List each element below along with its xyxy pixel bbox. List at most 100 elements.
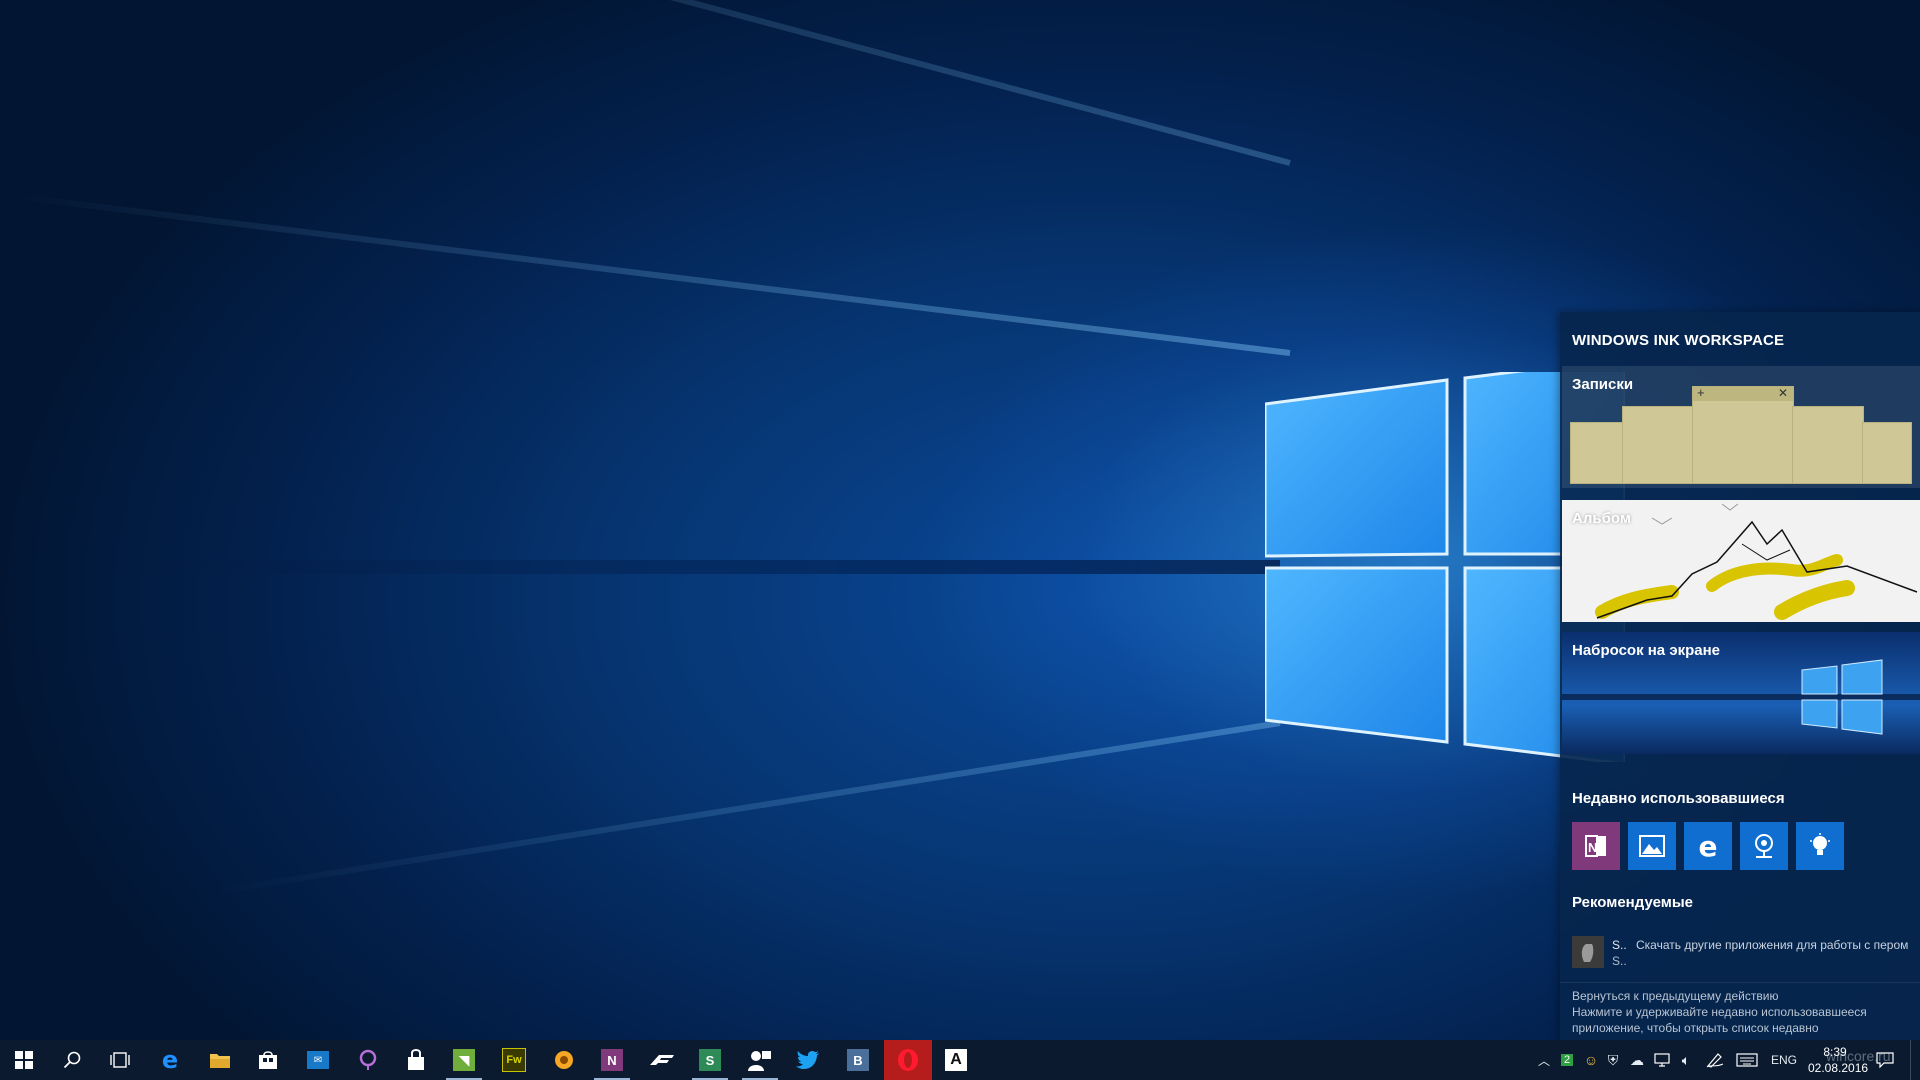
watermark: wincore.ru xyxy=(1826,1048,1891,1064)
taskbar-font-app[interactable]: A xyxy=(932,1040,980,1080)
taskbar-forza[interactable] xyxy=(638,1040,686,1080)
shopping-bag-icon xyxy=(408,1049,424,1070)
close-icon: ✕ xyxy=(1777,386,1788,400)
sway-icon: S xyxy=(699,1049,721,1071)
screen-sketch-tile[interactable]: Набросок на экране xyxy=(1562,632,1920,754)
photos-icon xyxy=(1639,835,1665,857)
edge-icon: e xyxy=(161,1046,179,1074)
taskbar-sway[interactable]: S xyxy=(686,1040,734,1080)
task-view-button[interactable] xyxy=(96,1040,144,1080)
light-beam xyxy=(43,0,1291,166)
language-label: ENG xyxy=(1770,1053,1797,1067)
ink-workspace-title: WINDOWS INK WORKSPACE xyxy=(1572,332,1785,349)
cortana-app-icon xyxy=(359,1049,377,1070)
plus-icon: + xyxy=(1697,385,1705,400)
tray-volume[interactable]: 🔈︎ xyxy=(1676,1040,1696,1080)
sticky-note xyxy=(1622,406,1694,484)
chevron-up-icon: ︿ xyxy=(1537,1053,1550,1068)
suggested-app-icon xyxy=(1572,936,1604,968)
taskbar-fireworks[interactable]: Fw xyxy=(490,1040,538,1080)
sticky-note: + ✕ xyxy=(1692,385,1794,484)
opera-icon xyxy=(898,1049,918,1071)
recent-app-photos[interactable] xyxy=(1628,822,1676,870)
sticky-note xyxy=(1862,422,1912,484)
divider xyxy=(1560,982,1920,983)
hint-text: Вернуться к предыдущему действию Нажмите… xyxy=(1572,988,1908,1036)
sticky-note xyxy=(1792,406,1864,484)
taskbar-vk[interactable]: B xyxy=(834,1040,882,1080)
language-indicator[interactable]: ENG xyxy=(1768,1040,1800,1080)
gear-app-icon xyxy=(555,1051,573,1069)
taskbar-edge[interactable]: e xyxy=(146,1040,194,1080)
start-button[interactable] xyxy=(0,1040,48,1080)
taskbar-store[interactable] xyxy=(244,1040,292,1080)
light-beam xyxy=(100,560,1280,574)
sticky-note-bar: + ✕ xyxy=(1693,385,1793,401)
tray-defender[interactable]: ⛨ xyxy=(1604,1040,1622,1080)
folder-icon xyxy=(210,1054,230,1068)
feed-reader-icon: ◥ xyxy=(453,1049,475,1071)
edge-icon: e xyxy=(1698,829,1718,863)
tray-emoji-app[interactable]: ☺ xyxy=(1582,1040,1600,1080)
recent-app-onenote[interactable]: N xyxy=(1572,822,1620,870)
windows-icon xyxy=(15,1051,33,1069)
taskbar: e ✉ ◥ Fw N S B A ︿ 2 ☺ ⛨ ☁ 🔈︎ ENG 8:39 0… xyxy=(0,1040,1920,1080)
recent-app-edge[interactable]: e xyxy=(1684,822,1732,870)
vk-icon: B xyxy=(847,1049,869,1071)
sticky-note xyxy=(1570,422,1624,484)
fireworks-icon: Fw xyxy=(502,1048,526,1072)
hint-line-1: Вернуться к предыдущему действию xyxy=(1572,989,1779,1003)
taskbar-twitter[interactable] xyxy=(784,1040,832,1080)
suggested-item[interactable]: S.. S.. Скачать другие приложения для ра… xyxy=(1572,936,1912,976)
tray-network[interactable] xyxy=(1652,1040,1672,1080)
keyboard-icon xyxy=(1736,1053,1758,1067)
tray-onedrive[interactable]: ☁ xyxy=(1628,1040,1646,1080)
screen-sketch-label: Набросок на экране xyxy=(1572,642,1721,659)
recent-apps-title: Недавно использовавшиеся xyxy=(1572,790,1785,807)
taskbar-lock-app[interactable] xyxy=(392,1040,440,1080)
tips-icon xyxy=(1810,833,1830,855)
suggested-app-name: S.. xyxy=(1612,938,1627,952)
onenote-icon: N xyxy=(601,1049,623,1071)
show-desktop-button[interactable] xyxy=(1910,1040,1920,1080)
onenote-icon: N xyxy=(1585,835,1606,857)
suggested-app-name-line2: S.. xyxy=(1612,954,1627,968)
outlook-icon: ✉ xyxy=(307,1051,329,1069)
search-icon xyxy=(63,1051,81,1069)
recent-app-tips[interactable] xyxy=(1796,822,1844,870)
pen-icon xyxy=(1706,1053,1724,1068)
twitter-icon xyxy=(796,1050,819,1069)
taskbar-outlook[interactable]: ✉ xyxy=(294,1040,342,1080)
light-beam xyxy=(212,720,1281,895)
sticky-notes-label: Записки xyxy=(1572,376,1634,393)
recent-app-maps[interactable] xyxy=(1740,822,1788,870)
taskbar-opera[interactable] xyxy=(884,1040,932,1080)
smiley-icon: ☺ xyxy=(1583,1052,1599,1068)
tray-touch-keyboard[interactable] xyxy=(1734,1040,1760,1080)
ink-workspace-panel: WINDOWS INK WORKSPACE Записки + ✕ Альбом… xyxy=(1560,312,1920,1040)
light-beam xyxy=(9,192,1291,356)
cloud-icon: ☁ xyxy=(1630,1051,1644,1068)
sketchpad-tile[interactable]: Альбом xyxy=(1562,500,1920,622)
suggested-title: Рекомендуемые xyxy=(1572,894,1693,911)
sticky-notes-tile[interactable]: Записки + ✕ xyxy=(1562,366,1920,488)
sketchpad-label: Альбом xyxy=(1572,510,1631,527)
network-icon xyxy=(1654,1053,1670,1067)
tray-ink-workspace[interactable] xyxy=(1704,1040,1726,1080)
people-icon xyxy=(748,1051,771,1071)
speaker-icon: 🔈︎ xyxy=(1681,1051,1691,1068)
taskbar-cortana-app[interactable] xyxy=(344,1040,392,1080)
taskbar-onenote[interactable]: N xyxy=(588,1040,636,1080)
task-view-icon xyxy=(110,1052,130,1068)
hint-line-3: приложение, чтобы открыть список недавно xyxy=(1572,1021,1819,1035)
hint-line-2: Нажмите и удерживайте недавно использова… xyxy=(1572,1005,1867,1019)
taskbar-people[interactable] xyxy=(736,1040,784,1080)
search-button[interactable] xyxy=(48,1040,96,1080)
taskbar-feed-reader[interactable]: ◥ xyxy=(440,1040,488,1080)
suggested-app-description[interactable]: Скачать другие приложения для работы с п… xyxy=(1636,938,1908,952)
show-hidden-icons-button[interactable]: ︿ xyxy=(1536,1040,1552,1080)
tray-badge-app[interactable]: 2 xyxy=(1558,1040,1576,1080)
svg-text:N: N xyxy=(1588,840,1597,855)
taskbar-file-explorer[interactable] xyxy=(196,1040,244,1080)
taskbar-gear-app[interactable] xyxy=(540,1040,588,1080)
